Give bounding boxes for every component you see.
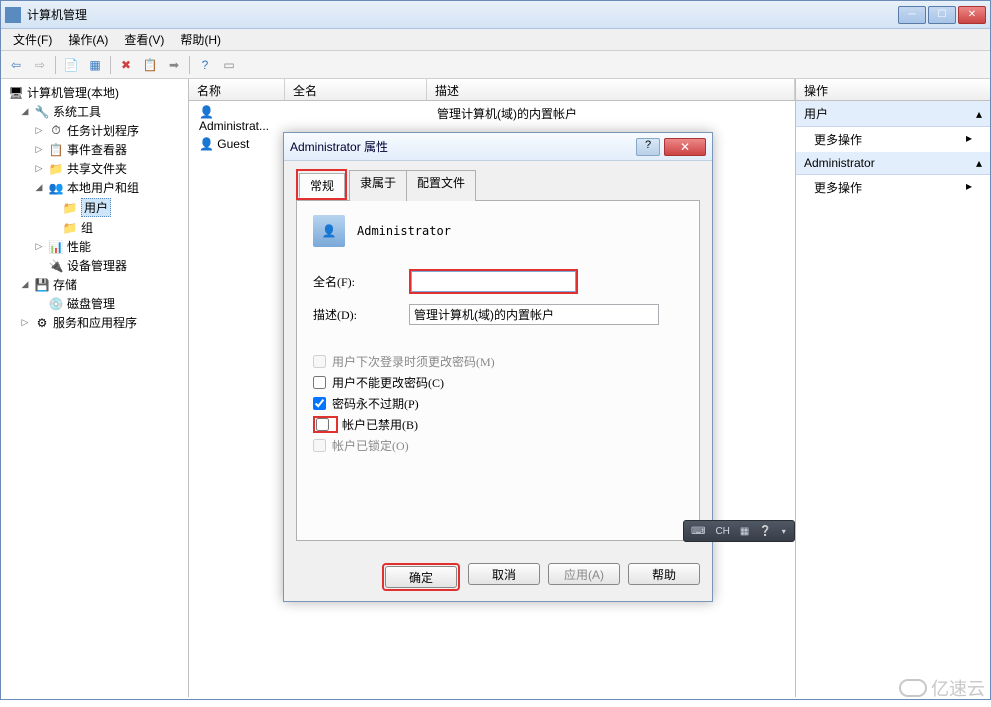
dialog-close-button[interactable]: ✕ — [664, 138, 706, 156]
actions-header: 操作 — [796, 79, 990, 101]
tree-performance[interactable]: ▷📊性能 — [5, 237, 184, 256]
check-locked: 帐户已锁定(O) — [313, 437, 683, 454]
description-label: 描述(D): — [313, 306, 409, 323]
collapse-icon: ▴ — [976, 156, 982, 170]
ime-chevron-icon[interactable]: ▾ — [779, 527, 789, 536]
actions-panel: 操作 用户▴ 更多操作▸ Administrator▴ 更多操作▸ — [796, 79, 990, 697]
tree-root[interactable]: 🖥计算机管理(本地) — [5, 83, 184, 102]
tree-services-apps[interactable]: ▷⚙服务和应用程序 — [5, 313, 184, 332]
apply-button[interactable]: 应用(A) — [548, 563, 620, 585]
dialog-titlebar[interactable]: Administrator 属性 ? ✕ — [284, 133, 712, 161]
back-button[interactable]: ⇦ — [5, 54, 27, 76]
fullname-input[interactable] — [411, 271, 576, 292]
delete-button[interactable]: ✖ — [115, 54, 137, 76]
titlebar: 计算机管理 ─ ☐ ✕ — [1, 1, 990, 29]
tab-member-of[interactable]: 隶属于 — [349, 170, 407, 201]
ime-grid-icon[interactable]: ▦ — [737, 526, 752, 537]
tree-users[interactable]: 📁用户 — [5, 197, 184, 218]
ok-button[interactable]: 确定 — [385, 566, 457, 588]
fullname-label: 全名(F): — [313, 273, 409, 290]
check-cannot-change[interactable]: 用户不能更改密码(C) — [313, 374, 683, 391]
collapse-icon: ▴ — [976, 107, 982, 121]
col-fullname[interactable]: 全名 — [285, 79, 427, 100]
app-icon — [5, 7, 21, 23]
col-description[interactable]: 描述 — [427, 79, 795, 100]
menubar: 文件(F) 操作(A) 查看(V) 帮助(H) — [1, 29, 990, 51]
close-button[interactable]: ✕ — [958, 6, 986, 24]
user-name-label: Administrator — [357, 224, 451, 238]
tree-device-manager[interactable]: 🔌设备管理器 — [5, 256, 184, 275]
refresh-button[interactable]: 📋 — [139, 54, 161, 76]
up-button[interactable]: 📄 — [60, 54, 82, 76]
user-avatar-icon: 👤 — [313, 215, 345, 247]
tree-storage[interactable]: ◢💾存储 — [5, 275, 184, 294]
minimize-button[interactable]: ─ — [898, 6, 926, 24]
dialog-help-button[interactable]: ? — [636, 138, 660, 156]
forward-button[interactable]: ⇨ — [29, 54, 51, 76]
watermark-icon — [899, 679, 927, 697]
tree-panel: 🖥计算机管理(本地) ◢🔧系统工具 ▷⏱任务计划程序 ▷📋事件查看器 ▷📁共享文… — [1, 79, 189, 697]
list-header: 名称 全名 描述 — [189, 79, 795, 101]
tree-disk-management[interactable]: 💿磁盘管理 — [5, 294, 184, 313]
actions-more-2[interactable]: 更多操作▸ — [796, 175, 990, 200]
menu-file[interactable]: 文件(F) — [5, 29, 60, 50]
tree-event-viewer[interactable]: ▷📋事件查看器 — [5, 140, 184, 159]
dialog-buttons: 确定 取消 应用(A) 帮助 — [284, 553, 712, 601]
properties-dialog: Administrator 属性 ? ✕ 常规 隶属于 配置文件 👤 Admin… — [283, 132, 713, 602]
ime-help-icon[interactable]: ❔ — [756, 526, 774, 537]
tab-content: 👤 Administrator 全名(F): 描述(D): 用户下次登录时须更改… — [296, 201, 700, 541]
actions-section-users[interactable]: 用户▴ — [796, 101, 990, 127]
toolbar: ⇦ ⇨ 📄 ▦ ✖ 📋 ➡ ? ▭ — [1, 51, 990, 79]
tree-task-scheduler[interactable]: ▷⏱任务计划程序 — [5, 121, 184, 140]
description-input[interactable] — [409, 304, 659, 325]
help-button[interactable]: 帮助 — [628, 563, 700, 585]
chevron-right-icon: ▸ — [966, 131, 972, 148]
properties-button[interactable]: ▦ — [84, 54, 106, 76]
check-disabled[interactable]: 帐户已禁用(B) — [313, 416, 683, 433]
dialog-title: Administrator 属性 — [290, 138, 636, 155]
maximize-button[interactable]: ☐ — [928, 6, 956, 24]
menu-action[interactable]: 操作(A) — [60, 29, 116, 50]
help-button[interactable]: ? — [194, 54, 216, 76]
dialog-tabs: 常规 隶属于 配置文件 — [296, 169, 700, 201]
export-button[interactable]: ➡ — [163, 54, 185, 76]
check-must-change: 用户下次登录时须更改密码(M) — [313, 353, 683, 370]
window-title: 计算机管理 — [27, 6, 898, 23]
chevron-right-icon: ▸ — [966, 179, 972, 196]
tree-groups[interactable]: 📁组 — [5, 218, 184, 237]
check-never-expires[interactable]: 密码永不过期(P) — [313, 395, 683, 412]
actions-section-admin[interactable]: Administrator▴ — [796, 152, 990, 175]
cancel-button[interactable]: 取消 — [468, 563, 540, 585]
user-icon: 👤 — [199, 105, 214, 119]
tree-local-users[interactable]: ◢👥本地用户和组 — [5, 178, 184, 197]
ime-bar[interactable]: ⌨ CH ▦ ❔ ▾ — [683, 520, 795, 542]
watermark: 亿速云 — [899, 675, 985, 701]
tab-profile[interactable]: 配置文件 — [406, 170, 476, 201]
ime-lang-icon[interactable]: ⌨ — [688, 526, 708, 537]
list-row[interactable]: 👤 Administrat... 管理计算机(域)的内置帐户 — [191, 103, 793, 135]
tree-shared-folders[interactable]: ▷📁共享文件夹 — [5, 159, 184, 178]
menu-help[interactable]: 帮助(H) — [172, 29, 229, 50]
user-icon: 👤 — [199, 137, 214, 151]
view-button[interactable]: ▭ — [218, 54, 240, 76]
tree-system-tools[interactable]: ◢🔧系统工具 — [5, 102, 184, 121]
ime-lang-label[interactable]: CH — [712, 526, 732, 537]
actions-more-1[interactable]: 更多操作▸ — [796, 127, 990, 152]
tab-general[interactable]: 常规 — [299, 173, 345, 198]
menu-view[interactable]: 查看(V) — [116, 29, 172, 50]
col-name[interactable]: 名称 — [189, 79, 285, 100]
